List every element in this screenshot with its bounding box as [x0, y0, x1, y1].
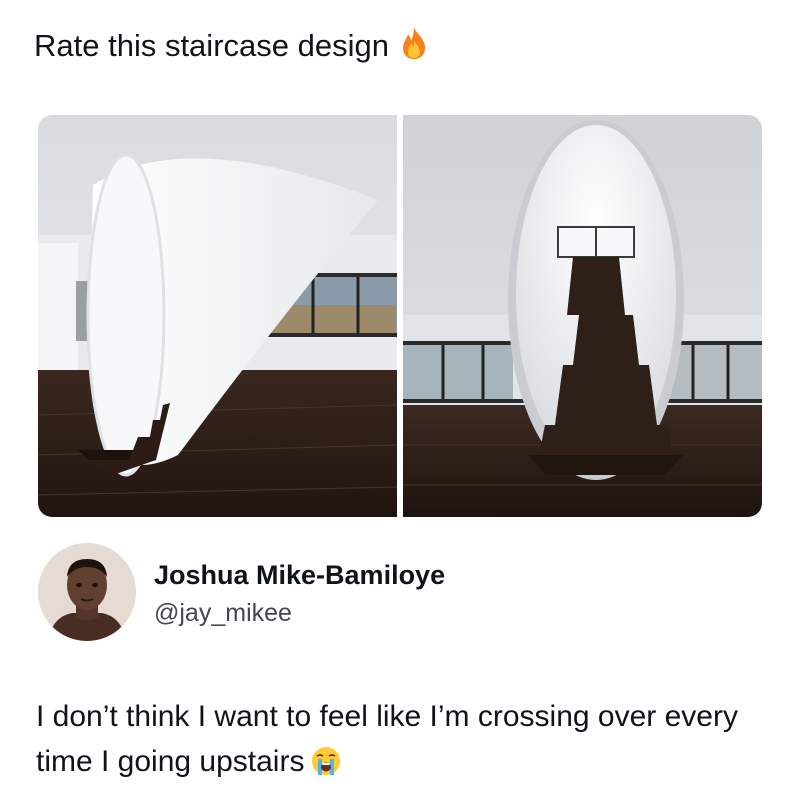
image-staircase-side-view[interactable] — [38, 115, 397, 517]
post-text-line: Rate this staircase design — [34, 26, 429, 66]
user-handle[interactable]: @jay_mikee — [154, 596, 445, 630]
post-text: Rate this staircase design — [34, 28, 389, 63]
reply-text-block: I don’t think I want to feel like I’m cr… — [36, 694, 776, 784]
display-name[interactable]: Joshua Mike-Bamiloye — [154, 558, 445, 592]
staircase-side-view-photo — [38, 115, 397, 517]
reply-author[interactable]: Joshua Mike-Bamiloye @jay_mikee — [38, 542, 445, 642]
reply-text: I don’t think I want to feel like I’m cr… — [36, 700, 738, 778]
avatar-photo — [38, 543, 136, 641]
media-grid[interactable] — [38, 115, 762, 517]
avatar[interactable] — [38, 543, 136, 641]
fire-emoji-icon — [402, 27, 425, 59]
author-meta: Joshua Mike-Bamiloye @jay_mikee — [154, 554, 445, 630]
loudly-crying-face-emoji-icon — [312, 747, 341, 775]
image-staircase-front-view[interactable] — [403, 115, 762, 517]
staircase-front-view-photo — [403, 115, 762, 517]
